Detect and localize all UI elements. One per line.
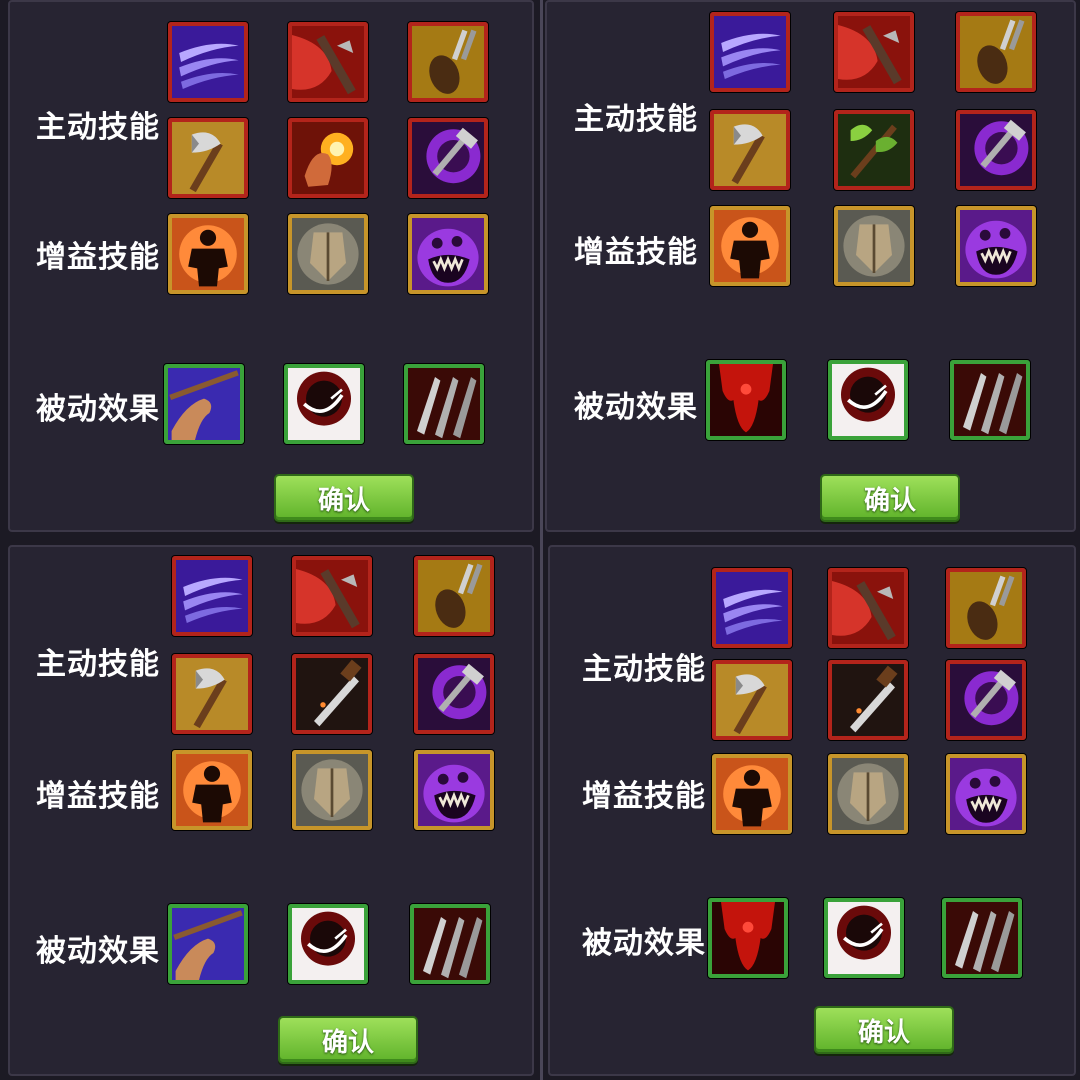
buff-skills-label: 增益技能 (36, 240, 160, 275)
purple-monster-icon[interactable] (414, 750, 494, 830)
iron-boot-icon[interactable] (408, 22, 488, 102)
scythe-slash-icon[interactable] (172, 556, 252, 636)
war-axe-icon[interactable] (710, 110, 790, 190)
blood-drip-icon[interactable] (708, 898, 788, 978)
triple-blades-icon[interactable] (404, 364, 484, 444)
active-skills-label: 主动技能 (582, 652, 706, 687)
blood-orb-icon[interactable] (828, 360, 908, 440)
stone-shield-icon[interactable] (288, 214, 368, 294)
strong-arm-icon[interactable] (168, 904, 248, 984)
passive-skills-label: 被动效果 (574, 390, 698, 425)
purple-monster-icon[interactable] (956, 206, 1036, 286)
stone-shield-icon[interactable] (292, 750, 372, 830)
stone-shield-icon[interactable] (834, 206, 914, 286)
blood-orb-icon[interactable] (284, 364, 364, 444)
rage-silhouette-icon[interactable] (172, 750, 252, 830)
confirm-button[interactable]: 确认 (814, 1006, 954, 1054)
confirm-button[interactable]: 确认 (278, 1016, 418, 1064)
shadow-hammer-icon[interactable] (408, 118, 488, 198)
scythe-slash-icon[interactable] (168, 22, 248, 102)
blood-axe-icon[interactable] (288, 22, 368, 102)
buff-skills-label: 增益技能 (574, 235, 698, 270)
shadow-hammer-icon[interactable] (946, 660, 1026, 740)
active-skills-label: 主动技能 (574, 102, 698, 137)
shadow-hammer-icon[interactable] (414, 654, 494, 734)
green-double-axe-icon[interactable] (834, 110, 914, 190)
war-axe-icon[interactable] (168, 118, 248, 198)
blood-axe-icon[interactable] (292, 556, 372, 636)
active-skills-label: 主动技能 (36, 110, 160, 145)
confirm-button[interactable]: 确认 (274, 474, 414, 522)
fire-fist-icon[interactable] (288, 118, 368, 198)
iron-boot-icon[interactable] (946, 568, 1026, 648)
sword-strike-icon[interactable] (828, 660, 908, 740)
blood-orb-icon[interactable] (288, 904, 368, 984)
scythe-slash-icon[interactable] (710, 12, 790, 92)
buff-skills-label: 增益技能 (582, 779, 706, 814)
panel-divider (540, 0, 543, 1080)
scythe-slash-icon[interactable] (712, 568, 792, 648)
purple-monster-icon[interactable] (408, 214, 488, 294)
rage-silhouette-icon[interactable] (710, 206, 790, 286)
triple-blades-icon[interactable] (942, 898, 1022, 978)
passive-skills-label: 被动效果 (36, 392, 160, 427)
rage-silhouette-icon[interactable] (168, 214, 248, 294)
blood-axe-icon[interactable] (828, 568, 908, 648)
triple-blades-icon[interactable] (410, 904, 490, 984)
triple-blades-icon[interactable] (950, 360, 1030, 440)
passive-skills-label: 被动效果 (36, 934, 160, 969)
war-axe-icon[interactable] (172, 654, 252, 734)
sword-strike-icon[interactable] (292, 654, 372, 734)
blood-axe-icon[interactable] (834, 12, 914, 92)
blood-orb-icon[interactable] (824, 898, 904, 978)
passive-skills-label: 被动效果 (582, 926, 706, 961)
purple-monster-icon[interactable] (946, 754, 1026, 834)
shadow-hammer-icon[interactable] (956, 110, 1036, 190)
iron-boot-icon[interactable] (414, 556, 494, 636)
blood-drip-icon[interactable] (706, 360, 786, 440)
buff-skills-label: 增益技能 (36, 779, 160, 814)
strong-arm-icon[interactable] (164, 364, 244, 444)
rage-silhouette-icon[interactable] (712, 754, 792, 834)
confirm-button[interactable]: 确认 (820, 474, 960, 522)
stone-shield-icon[interactable] (828, 754, 908, 834)
active-skills-label: 主动技能 (36, 647, 160, 682)
iron-boot-icon[interactable] (956, 12, 1036, 92)
war-axe-icon[interactable] (712, 660, 792, 740)
